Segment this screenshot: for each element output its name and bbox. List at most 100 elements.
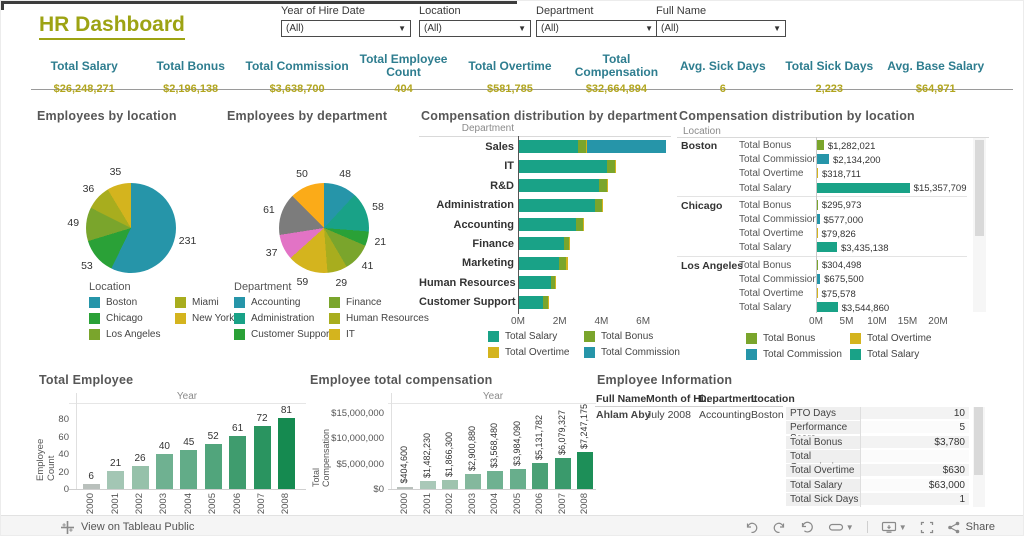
bar-segment-total-salary[interactable] xyxy=(518,199,595,212)
legend-item[interactable]: Administration xyxy=(234,313,319,324)
bar-segment-total-overtime[interactable] xyxy=(602,199,603,212)
undo-icon[interactable] xyxy=(744,521,759,534)
year-bar-2005[interactable] xyxy=(510,469,526,489)
redo-icon[interactable] xyxy=(772,521,787,534)
window-edge xyxy=(1,1,517,4)
pie-value-label: 37 xyxy=(266,247,278,259)
legend-item[interactable]: Accounting xyxy=(234,297,319,308)
legend-item[interactable]: Boston xyxy=(89,297,165,308)
scrollbar-thumb[interactable] xyxy=(974,407,983,475)
measure-row-value[interactable]: 1 xyxy=(861,493,969,506)
bar-segment-total-salary[interactable] xyxy=(518,160,607,173)
replay-icon[interactable]: ▼ xyxy=(828,521,854,533)
bar-segment-total-salary[interactable] xyxy=(518,296,543,309)
legend-item[interactable]: Total Salary xyxy=(488,331,574,342)
legend-item[interactable]: Total Commission xyxy=(584,347,670,358)
legend-item[interactable]: Customer Support xyxy=(234,329,319,340)
kpi-label: Total Sick Days xyxy=(785,51,873,81)
legend-item[interactable]: Total Overtime xyxy=(850,333,944,344)
y-axis-tick: $15,000,000 xyxy=(324,408,384,419)
bar-segment-total-overtime[interactable] xyxy=(615,160,616,173)
filter-dropdown[interactable]: (All)▼ xyxy=(536,20,658,37)
bar-segment-total-overtime[interactable] xyxy=(569,237,570,250)
bar-segment-total-bonus[interactable] xyxy=(559,257,566,270)
legend-label: Total Overtime xyxy=(505,347,569,358)
measure-row-value[interactable]: 5 xyxy=(861,421,969,434)
year-bar-2001[interactable] xyxy=(107,471,124,489)
bar-segment-total-overtime[interactable] xyxy=(555,276,556,289)
legend-item[interactable]: Chicago xyxy=(89,313,165,324)
legend-item[interactable]: Human Resources xyxy=(329,313,414,324)
legend-item[interactable]: IT xyxy=(329,329,414,340)
bar-segment-total-bonus[interactable] xyxy=(599,179,607,192)
table-row[interactable]: Ahlam AbyJuly 2008AccountingBoston xyxy=(593,409,783,422)
bar-segment-total-overtime[interactable] xyxy=(583,218,584,231)
panel-employees-by-department: Employees by department 4858214129593761… xyxy=(223,105,419,367)
bar-segment-total-bonus[interactable] xyxy=(595,199,602,212)
bar-segment-total-salary[interactable] xyxy=(518,276,551,289)
bar-segment-total-salary[interactable] xyxy=(518,257,559,270)
bar-segment-total-salary[interactable] xyxy=(518,237,564,250)
year-bar-2004[interactable] xyxy=(487,471,503,489)
legend-label: Total Commission xyxy=(601,347,680,358)
measure-row-value[interactable]: $3,780 xyxy=(861,436,969,449)
year-bar-2003[interactable] xyxy=(465,474,481,489)
x-axis-tick: 15M xyxy=(898,316,917,327)
legend-item[interactable]: Los Angeles xyxy=(89,329,165,340)
employees-by-location-pie[interactable] xyxy=(86,183,176,273)
bar-segment-total-overtime[interactable] xyxy=(566,257,567,270)
measure-bar-total-salary[interactable] xyxy=(816,242,837,252)
scrollbar-thumb[interactable] xyxy=(975,140,984,236)
bar-segment-total-salary[interactable] xyxy=(518,140,578,153)
bar-segment-total-bonus[interactable] xyxy=(578,140,586,153)
reset-icon[interactable] xyxy=(800,521,815,534)
legend-item[interactable]: Total Commission xyxy=(746,349,840,360)
year-bar-2008[interactable] xyxy=(577,452,593,489)
measure-bar-total-salary[interactable] xyxy=(816,302,838,312)
year-bar-2007[interactable] xyxy=(555,458,571,489)
bar-segment-total-overtime[interactable] xyxy=(607,179,608,192)
legend-item[interactable]: Total Bonus xyxy=(746,333,840,344)
bar-segment-total-bonus[interactable] xyxy=(607,160,615,173)
employees-by-department-pie[interactable] xyxy=(279,183,369,273)
year-bar-2006[interactable] xyxy=(532,463,548,489)
filter-dropdown[interactable]: (All)▼ xyxy=(419,20,531,37)
year-bar-2006[interactable] xyxy=(229,436,246,489)
bar-segment-total-salary[interactable] xyxy=(518,179,599,192)
panel-title: Employee Information xyxy=(597,373,732,387)
bar-segment-total-commission[interactable] xyxy=(587,140,666,153)
x-axis-tick: 4M xyxy=(594,316,608,327)
page-title[interactable]: HR Dashboard xyxy=(39,13,185,40)
measure-row-value[interactable] xyxy=(861,450,969,463)
filter-label: Full Name xyxy=(656,5,786,17)
download-icon[interactable]: ▼ xyxy=(881,521,907,534)
measure-row-value[interactable]: 10 xyxy=(861,407,969,420)
legend-item[interactable]: Total Overtime xyxy=(488,347,574,358)
year-bar-2005[interactable] xyxy=(205,444,222,490)
year-bar-2004[interactable] xyxy=(180,450,197,489)
bar-segment-total-overtime[interactable] xyxy=(548,296,549,309)
share-button[interactable]: Share xyxy=(947,521,995,534)
legend-item[interactable]: Total Bonus xyxy=(584,331,670,342)
year-bar-2007[interactable] xyxy=(254,426,271,489)
bar-segment-total-bonus[interactable] xyxy=(576,218,583,231)
measure-row-value[interactable]: $63,000 xyxy=(861,479,969,492)
measure-bar-total-salary[interactable] xyxy=(816,183,910,193)
year-bar-2008[interactable] xyxy=(278,418,295,489)
year-bar-2003[interactable] xyxy=(156,454,173,489)
x-axis-tick: 2006 xyxy=(534,493,545,514)
measure-bar-total-commission[interactable] xyxy=(816,154,829,164)
legend-item[interactable]: Finance xyxy=(329,297,414,308)
year-bar-2001[interactable] xyxy=(420,481,436,489)
bar-segment-total-salary[interactable] xyxy=(518,218,576,231)
year-bar-2002[interactable] xyxy=(132,466,149,489)
gridline xyxy=(388,403,596,404)
filter-dropdown[interactable]: (All)▼ xyxy=(656,20,786,37)
fullscreen-icon[interactable] xyxy=(920,521,934,534)
measure-bar-total-bonus[interactable] xyxy=(816,140,824,150)
filter-dropdown[interactable]: (All)▼ xyxy=(281,20,411,37)
measure-row-value[interactable]: $630 xyxy=(861,464,969,477)
year-bar-2002[interactable] xyxy=(442,480,458,489)
view-on-tableau-public-link[interactable]: View on Tableau Public xyxy=(61,521,194,534)
legend-item[interactable]: Total Salary xyxy=(850,349,944,360)
